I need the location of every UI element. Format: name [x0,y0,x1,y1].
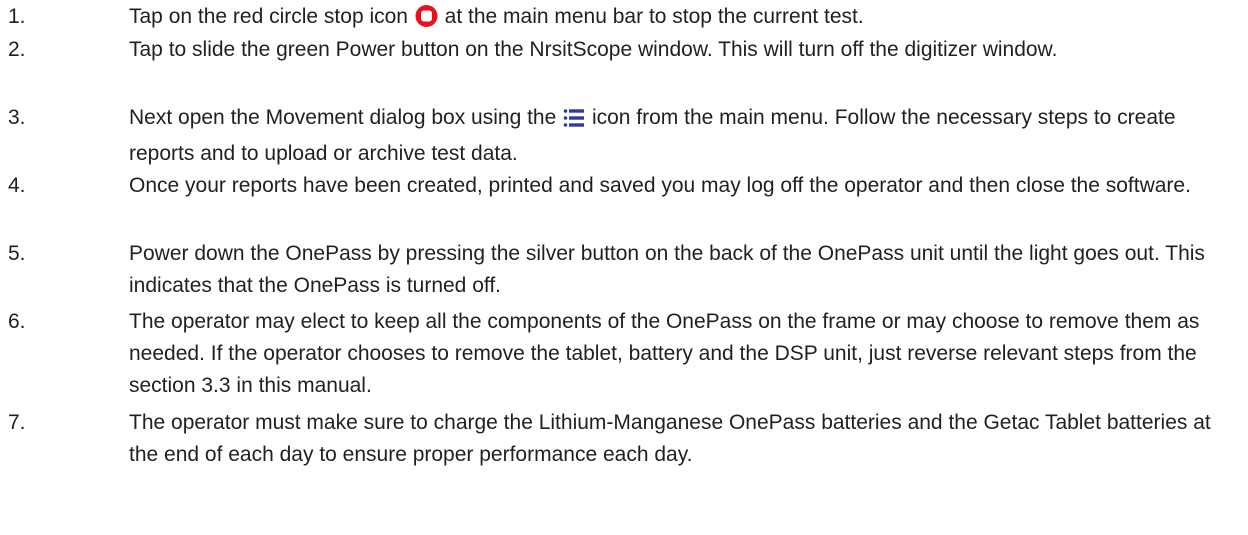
step-text: Tap to slide the green Power button on t… [129,38,1058,61]
step-number: 2. [8,38,26,61]
step-number: 1. [8,5,26,28]
step-text: Tap on the red circle stop icon at the m… [129,1,1229,37]
step-number: 3. [8,106,26,129]
list-item: 5. Power down the OnePass by pressing th… [0,238,1229,302]
step-text-part: at the main menu bar to stop the current… [438,5,864,28]
list-item: 3. Next open the Movement dialog box usi… [0,102,1229,170]
list-item: 4. Once your reports have been created, … [0,170,1229,202]
step-text: Next open the Movement dialog box using … [129,102,1229,170]
stop-icon [415,5,438,37]
step-number: 6. [8,310,26,333]
step-text: The operator must make sure to charge th… [129,411,1211,466]
step-text: Power down the OnePass by pressing the s… [129,242,1205,297]
step-text: Once your reports have been created, pri… [129,174,1191,197]
list-item: 2. Tap to slide the green Power button o… [0,34,1229,66]
list-item: 6. The operator may elect to keep all th… [0,306,1229,402]
step-number: 4. [8,174,26,197]
step-number: 5. [8,242,26,265]
step-text-part: Next open the Movement dialog box using … [129,106,563,129]
list-item: 7. The operator must make sure to charge… [0,407,1229,471]
list-menu-icon [563,106,585,138]
step-text: The operator may elect to keep all the c… [129,310,1200,397]
list-item: 1. Tap on the red circle stop icon at th… [0,1,1229,37]
document-page: 1. Tap on the red circle stop icon at th… [0,0,1248,535]
step-text-part: Tap on the red circle stop icon [129,5,414,28]
step-number: 7. [8,411,26,434]
